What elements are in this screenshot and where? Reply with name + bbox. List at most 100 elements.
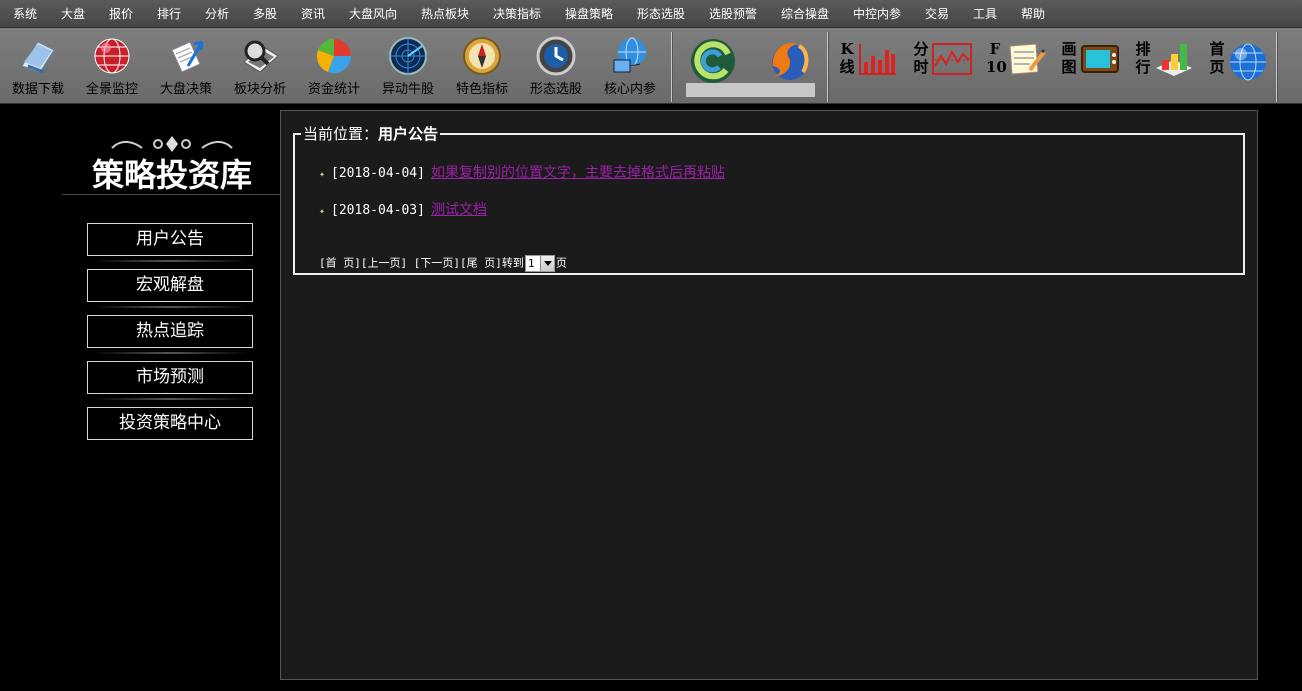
kline-button[interactable]: K线 <box>838 40 908 90</box>
pattern-pick-label: 形态选股 <box>529 82 582 97</box>
pie-chart-icon <box>316 38 352 74</box>
diamond-bullet-icon: ✦ <box>319 169 326 180</box>
pattern-pick-button[interactable]: 形态选股 <box>519 28 593 102</box>
next-page-link[interactable]: [下一页] <box>414 257 460 270</box>
special-indicators-button[interactable]: 特色指标 <box>445 28 519 102</box>
homepage-label: 首页 <box>1209 40 1225 76</box>
sidebar-divider <box>92 352 248 354</box>
intraday-label: 分时 <box>913 40 929 76</box>
page-select[interactable]: 1 <box>524 255 555 272</box>
notice-date: [2018-04-04] <box>331 166 425 181</box>
globe-monitor-icon <box>94 38 130 74</box>
menu-item-multi-stock[interactable]: 多股 <box>253 7 277 21</box>
sector-analysis-button[interactable]: 板块分析 <box>223 28 297 102</box>
strategy-library-logo: 策略投资库 <box>62 136 282 195</box>
menu-item-decision-index[interactable]: 决策指标 <box>493 7 541 21</box>
menu-bar: 系统 大盘 报价 排行 分析 多股 资讯 大盘风向 热点板块 决策指标 操盘策略… <box>0 0 1302 28</box>
menu-item-help[interactable]: 帮助 <box>1021 7 1045 21</box>
toolbar-divider <box>827 32 828 102</box>
menu-item-integrated-trading[interactable]: 综合操盘 <box>781 7 829 21</box>
sidebar-item-hot-tracking[interactable]: 热点追踪 <box>87 315 253 348</box>
notepad-icon <box>1009 43 1046 75</box>
sidebar-divider <box>92 398 248 400</box>
notice-link[interactable]: 如果复制别的位置文字，主要去掉格式后再粘贴 <box>431 165 725 181</box>
prev-page-link[interactable]: [上一页] <box>361 257 407 270</box>
document-arrow-icon <box>171 40 204 73</box>
sidebar-divider <box>92 306 248 308</box>
fire-globe-icon[interactable] <box>763 36 813 86</box>
sidebar-item-market-forecast[interactable]: 市场预测 <box>87 361 253 394</box>
menu-item-market[interactable]: 大盘 <box>61 7 85 21</box>
notice-link[interactable]: 测试文档 <box>431 202 487 218</box>
pagination: [首 页][上一页] [下一页][尾 页]转到 1 页 <box>319 255 567 272</box>
homepage-button[interactable]: 首页 <box>1208 40 1278 90</box>
menu-item-ranking[interactable]: 排行 <box>157 7 181 21</box>
menu-item-central-ref[interactable]: 中控内参 <box>853 7 901 21</box>
diamond-bullet-icon: ✦ <box>319 206 326 217</box>
intraday-button[interactable]: 分时 <box>912 40 982 90</box>
menu-item-hot-sectors[interactable]: 热点板块 <box>421 7 469 21</box>
sidebar-item-macro-analysis[interactable]: 宏观解盘 <box>87 269 253 302</box>
data-download-label: 数据下载 <box>11 82 64 97</box>
ranking-button[interactable]: 排行 <box>1134 40 1204 90</box>
kline-chart-icon <box>859 44 896 75</box>
core-reference-button[interactable]: 核心内参 <box>593 28 667 102</box>
notice-date: [2018-04-03] <box>331 203 425 218</box>
special-indicators-label: 特色指标 <box>455 82 508 97</box>
home-globe-icon <box>1230 43 1266 81</box>
network-globe-icon <box>613 37 646 73</box>
menu-item-news[interactable]: 资讯 <box>301 7 325 21</box>
sidebar-divider <box>92 260 248 262</box>
magnifier-book-icon <box>243 40 279 73</box>
menu-item-quote[interactable]: 报价 <box>109 7 133 21</box>
core-reference-label: 核心内参 <box>603 82 656 97</box>
breadcrumb: 当前位置：用户公告 <box>301 124 441 144</box>
menu-item-market-trend[interactable]: 大盘风向 <box>349 7 397 21</box>
notice-fieldset: 当前位置：用户公告 ✦ [2018-04-04] 如果复制别的位置文字，主要去掉格式… <box>293 124 1245 275</box>
content-panel: 当前位置：用户公告 ✦ [2018-04-04] 如果复制别的位置文字，主要去掉格式… <box>280 110 1258 680</box>
ranking-label: 排行 <box>1135 40 1151 76</box>
compass-icon <box>463 37 501 75</box>
menu-item-tools[interactable]: 工具 <box>973 7 997 21</box>
menu-item-trading-strategy[interactable]: 操盘策略 <box>565 7 613 21</box>
progress-bar <box>686 83 815 97</box>
toolbar-divider <box>671 32 672 102</box>
market-decision-button[interactable]: 大盘决策 <box>149 28 223 102</box>
sidebar-item-investment-strategy[interactable]: 投资策略中心 <box>87 407 253 440</box>
panorama-monitor-label: 全景监控 <box>85 82 138 97</box>
sidebar: 策略投资库 用户公告 宏观解盘 热点追踪 市场预测 投资策略中心 <box>0 106 282 691</box>
menu-item-system[interactable]: 系统 <box>13 7 37 21</box>
breadcrumb-label: 当前位置： <box>303 125 379 143</box>
green-swirl-icon[interactable] <box>688 36 738 86</box>
intraday-chart-icon <box>932 43 972 75</box>
market-decision-label: 大盘决策 <box>159 82 212 97</box>
menu-item-trade[interactable]: 交易 <box>925 7 949 21</box>
menu-item-analysis[interactable]: 分析 <box>205 7 229 21</box>
clock-icon <box>536 36 576 76</box>
draw-button[interactable]: 画图 <box>1060 40 1130 90</box>
goto-label: 转到 <box>501 256 524 270</box>
first-page-link[interactable]: [首 页] <box>319 257 361 270</box>
fund-statistics-button[interactable]: 资金统计 <box>297 28 371 102</box>
chevron-down-icon[interactable] <box>539 256 554 271</box>
last-page-link[interactable]: [尾 页] <box>460 257 502 270</box>
sidebar-item-user-notice[interactable]: 用户公告 <box>87 223 253 256</box>
page-suffix: 页 <box>555 256 567 270</box>
f10-button[interactable]: F 10 <box>986 40 1056 90</box>
menu-item-pattern-pick[interactable]: 形态选股 <box>637 7 685 21</box>
logo-text: 策略投资库 <box>92 156 252 194</box>
data-download-button[interactable]: 数据下载 <box>1 28 75 102</box>
draw-label: 画图 <box>1061 40 1077 76</box>
toolbar-divider <box>1276 32 1277 102</box>
list-item: ✦ [2018-04-03] 测试文档 <box>319 202 487 220</box>
radar-icon <box>389 37 427 75</box>
unusual-bull-stocks-button[interactable]: 异动牛股 <box>371 28 445 102</box>
panorama-monitor-button[interactable]: 全景监控 <box>75 28 149 102</box>
page-select-value: 1 <box>527 257 535 270</box>
breadcrumb-current: 用户公告 <box>378 125 439 143</box>
sector-analysis-label: 板块分析 <box>233 82 286 97</box>
bar-rank-icon <box>1156 44 1192 76</box>
toolbar: 数据下载 全景监控 大盘决策 板块分析 资金统计 异动牛股 特色指标 形态选股 … <box>0 28 1302 104</box>
menu-item-pick-alert[interactable]: 选股预警 <box>709 7 757 21</box>
fund-statistics-label: 资金统计 <box>307 82 360 97</box>
